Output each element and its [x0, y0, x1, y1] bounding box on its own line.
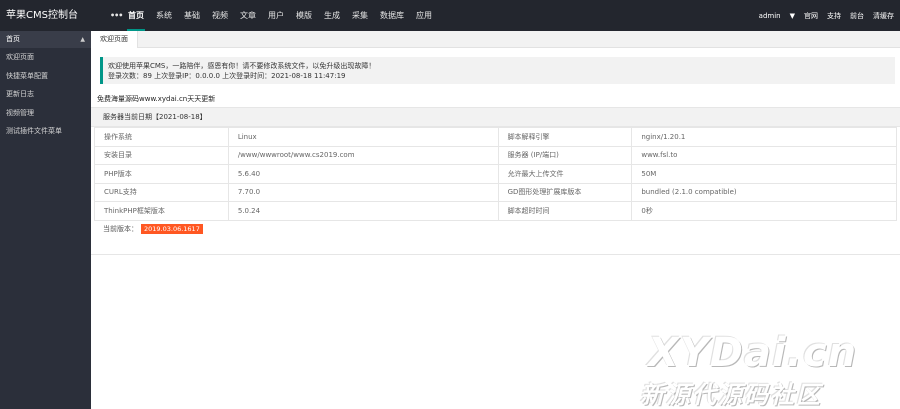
row-value: bundled (2.1.0 compatible) [631, 182, 897, 202]
server-info-panel: 服务器当前日期【2021-08-18】 操作系统 Linux 脚本解释引擎 ng… [91, 107, 900, 255]
row-label: 操作系统 [94, 127, 229, 147]
tab-bar: 欢迎页面 [91, 31, 900, 48]
clear-cache-button[interactable]: 清缓存 [873, 11, 894, 21]
row-label: 服务器 (IP/端口) [497, 145, 633, 165]
sidebar: 首页 ▲ 欢迎页面 快捷菜单配置 更新日志 视频管理 测试插件文件菜单 [0, 31, 91, 409]
version-badge: 2019.03.06.1617 [141, 224, 203, 234]
table-row: 安装目录 /www/wwwroot/www.cs2019.com 服务器 (IP… [94, 145, 897, 165]
watermark-domain: XYDai.cn [648, 330, 858, 376]
topnav-apps[interactable]: 应用 [410, 0, 438, 31]
sidebar-item-test-plugin[interactable]: 测试插件文件菜单 [0, 122, 91, 141]
watermark-slogan: 新源代源码社区 [640, 381, 822, 409]
row-value: nginx/1.20.1 [631, 127, 897, 147]
sidebar-item-changelog[interactable]: 更新日志 [0, 85, 91, 104]
row-value: www.fsl.to [631, 145, 897, 165]
username: admin [758, 11, 781, 20]
welcome-notice: 欢迎使用苹果CMS，一路陪伴，感恩有你！请不要修改系统文件，以免升级出现故障！ … [100, 57, 895, 84]
row-label: PHP版本 [94, 164, 229, 184]
link-support[interactable]: 支持 [827, 11, 841, 21]
sidebar-item-welcome[interactable]: 欢迎页面 [0, 48, 91, 67]
tab-welcome[interactable]: 欢迎页面 [91, 31, 138, 48]
topnav-article[interactable]: 文章 [234, 0, 262, 31]
top-nav: ••• 首页 系统 基础 视频 文章 用户 模版 生成 采集 数据库 应用 [104, 0, 438, 31]
topnav-generate[interactable]: 生成 [318, 0, 346, 31]
link-official-site[interactable]: 官网 [804, 11, 818, 21]
row-label: 安装目录 [94, 145, 229, 165]
sidebar-group-label: 首页 [6, 35, 20, 43]
watermark: XYDai.cn 新源代源码社区 [640, 330, 895, 409]
topnav-user[interactable]: 用户 [262, 0, 290, 31]
row-label: ThinkPHP框架版本 [94, 201, 229, 221]
row-value: 50M [631, 164, 897, 184]
row-value: Linux [227, 127, 499, 147]
table-row: ThinkPHP框架版本 5.0.24 脚本超时时间 0秒 [94, 201, 897, 221]
table-row: PHP版本 5.6.40 允许最大上传文件 50M [94, 164, 897, 184]
row-value: /www/wwwroot/www.cs2019.com [227, 145, 499, 165]
row-label: GD图形处理扩展库版本 [497, 182, 633, 202]
row-value: 0秒 [631, 201, 897, 221]
caret-up-icon: ▲ [80, 36, 85, 43]
row-label: 脚本超时时间 [497, 201, 633, 221]
version-label: 当前版本： [103, 225, 138, 233]
user-menu[interactable]: admin ▼ [750, 12, 795, 20]
row-value: 7.70.0 [227, 182, 499, 202]
row-value: 5.6.40 [227, 164, 499, 184]
version-info: 当前版本： 2019.03.06.1617 [103, 224, 203, 234]
sidebar-item-quick-menu[interactable]: 快捷菜单配置 [0, 67, 91, 86]
topnav-basic[interactable]: 基础 [178, 0, 206, 31]
topnav-home[interactable]: 首页 [122, 0, 150, 31]
topnav-database[interactable]: 数据库 [374, 0, 410, 31]
sidebar-item-video-manage[interactable]: 视频管理 [0, 104, 91, 123]
free-source-text: 免费海量源码www.xydai.cn天天更新 [97, 95, 216, 103]
server-info-table: 操作系统 Linux 脚本解释引擎 nginx/1.20.1 安装目录 /www… [94, 127, 897, 221]
top-right-menu: admin ▼ 官网 支持 前台 清缓存 [741, 0, 894, 31]
row-label: CURL支持 [94, 182, 229, 202]
topnav-collect[interactable]: 采集 [346, 0, 374, 31]
topnav-template[interactable]: 模版 [290, 0, 318, 31]
app-logo[interactable]: 苹果CMS控制台 [6, 0, 78, 31]
topnav-video[interactable]: 视频 [206, 0, 234, 31]
more-icon[interactable]: ••• [104, 0, 123, 31]
table-row: CURL支持 7.70.0 GD图形处理扩展库版本 bundled (2.1.0… [94, 182, 897, 202]
caret-down-icon: ▼ [789, 11, 795, 20]
row-label: 允许最大上传文件 [497, 164, 633, 184]
row-value: 5.0.24 [227, 201, 499, 221]
table-row: 操作系统 Linux 脚本解释引擎 nginx/1.20.1 [94, 127, 897, 147]
link-frontend[interactable]: 前台 [850, 11, 864, 21]
notice-line-2: 登录次数：89 上次登录IP：0.0.0.0 上次登录时间：2021-08-18… [108, 72, 346, 80]
sidebar-group-home[interactable]: 首页 ▲ [0, 31, 91, 48]
topnav-system[interactable]: 系统 [150, 0, 178, 31]
top-bar: 苹果CMS控制台 ••• 首页 系统 基础 视频 文章 用户 模版 生成 采集 … [0, 0, 900, 31]
panel-title: 服务器当前日期【2021-08-18】 [91, 108, 900, 127]
notice-line-1: 欢迎使用苹果CMS，一路陪伴，感恩有你！请不要修改系统文件，以免升级出现故障！ [108, 62, 376, 70]
row-label: 脚本解释引擎 [497, 127, 633, 147]
